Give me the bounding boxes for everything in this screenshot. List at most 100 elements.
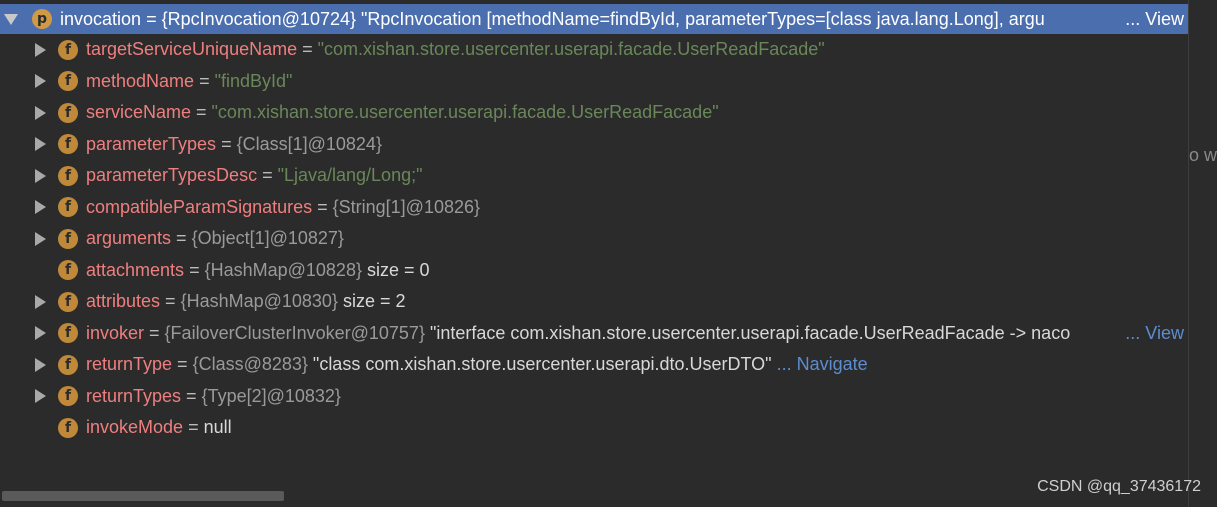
equals-sign: = (181, 385, 202, 406)
variable-row-returnType[interactable]: f returnType = {Class@8283} "class com.xi… (0, 349, 1188, 381)
expand-arrow-icon[interactable] (33, 349, 47, 381)
equals-sign: = (191, 102, 212, 122)
equals-sign: = (144, 322, 165, 343)
variable-content: invocation = {RpcInvocation@10724} "RpcI… (60, 4, 1125, 34)
view-link[interactable]: View (1145, 323, 1184, 343)
field-name: attachments (86, 259, 185, 280)
equals-sign: = (312, 196, 333, 217)
plain-value: "interface com.xishan.store.usercenter.u… (424, 322, 1071, 343)
equals-sign: = (172, 354, 193, 374)
field-badge-icon: f (58, 417, 78, 438)
variable-content: invoker = {FailoverClusterInvoker@10757}… (86, 318, 1188, 350)
equals-sign: = (194, 70, 215, 91)
variable-content: arguments = {Object[1]@10827} (86, 223, 1188, 255)
variable-content: invokeMode = null (86, 412, 1188, 444)
variable-row-methodName[interactable]: f methodName = "findById" (0, 66, 1188, 98)
expand-arrow-icon[interactable] (33, 192, 47, 224)
variable-content: returnTypes = {Type[2]@10832} (86, 381, 1188, 413)
field-badge-icon: f (58, 134, 78, 155)
string-value: "com.xishan.store.usercenter.userapi.fac… (317, 39, 825, 59)
plain-value: null (203, 417, 232, 437)
variable-content: attributes = {HashMap@10830} size = 2 (86, 286, 1188, 318)
variable-row-attachments[interactable]: f attachments = {HashMap@10828} size = 0 (0, 255, 1188, 287)
field-name: arguments (86, 228, 172, 248)
variable-row-parameterTypesDesc[interactable]: f parameterTypesDesc = "Ljava/lang/Long;" (0, 160, 1188, 192)
equals-sign: = (257, 165, 278, 185)
expand-arrow-icon[interactable] (33, 381, 47, 413)
field-name: parameterTypesDesc (86, 165, 258, 185)
expand-arrow-icon[interactable] (33, 318, 47, 350)
root-view-link-group: ... View (1123, 4, 1184, 34)
field-badge-icon: f (58, 39, 78, 60)
variable-row-returnTypes[interactable]: f returnTypes = {Type[2]@10832} (0, 381, 1188, 413)
variable-row-parameterTypes[interactable]: f parameterTypes = {Class[1]@10824} (0, 129, 1188, 161)
variable-content: methodName = "findById" (86, 66, 1188, 98)
expand-arrow-icon[interactable] (33, 160, 47, 192)
expand-arrow-icon[interactable] (33, 97, 47, 129)
string-value: "Ljava/lang/Long;" (277, 165, 423, 185)
parameter-badge-icon: p (32, 9, 52, 29)
navigate-link[interactable]: ... Navigate (772, 354, 868, 374)
field-name: returnTypes (86, 385, 182, 406)
object-reference: {RpcInvocation@10724} (161, 9, 356, 29)
plain-value: "class com.xishan.store.usercenter.usera… (307, 354, 772, 374)
string-value: "findById" (214, 70, 293, 91)
variable-content: attachments = {HashMap@10828} size = 0 (86, 255, 1188, 287)
expand-arrow-icon[interactable] (33, 286, 47, 318)
variable-content: parameterTypesDesc = "Ljava/lang/Long;" (86, 160, 1188, 192)
variable-row-arguments[interactable]: f arguments = {Object[1]@10827} (0, 223, 1188, 255)
variable-name: invocation (60, 9, 142, 29)
object-reference: {FailoverClusterInvoker@10757} (164, 322, 425, 343)
field-name: attributes (86, 291, 161, 311)
expand-arrow-icon[interactable] (33, 223, 47, 255)
expand-arrow-icon[interactable] (33, 34, 47, 66)
variable-row-invoker[interactable]: f invoker = {FailoverClusterInvoker@10757… (0, 317, 1188, 350)
view-link-group: ... View (1123, 317, 1184, 349)
expand-arrow-icon[interactable] (33, 66, 47, 98)
variable-content: compatibleParamSignatures = {String[1]@1… (86, 192, 1188, 224)
field-badge-icon: f (58, 102, 78, 123)
object-reference: {Class[1]@10824} (236, 133, 382, 154)
equals-sign: = (160, 291, 181, 311)
variable-content: returnType = {Class@8283} "class com.xis… (86, 349, 1188, 381)
equals-sign: = (171, 228, 192, 248)
collapse-arrow-icon[interactable] (4, 4, 18, 34)
field-name: targetServiceUniqueName (86, 39, 298, 59)
watermark: CSDN @qq_37436172 (1037, 478, 1201, 495)
equals-sign: = (183, 417, 204, 437)
field-name: methodName (86, 70, 195, 91)
variable-row-serviceName[interactable]: f serviceName = "com.xishan.store.usercen… (0, 97, 1188, 129)
field-name: parameterTypes (86, 133, 217, 154)
ellipsis: ... (1125, 9, 1141, 29)
equals-sign: = (216, 133, 237, 154)
equals-sign: = (184, 259, 205, 280)
plain-value: size = 2 (337, 291, 406, 311)
plain-value: size = 0 (361, 259, 430, 280)
field-badge-icon: f (58, 260, 78, 281)
field-badge-icon: f (58, 71, 78, 92)
object-reference: {Object[1]@10827} (191, 228, 344, 248)
object-reference: {Class@8283} (192, 354, 308, 374)
field-badge-icon: f (58, 165, 78, 186)
ellipsis: ... (1125, 322, 1141, 343)
variable-content: targetServiceUniqueName = "com.xishan.st… (86, 34, 1188, 66)
field-badge-icon: f (58, 197, 78, 218)
field-name: invoker (86, 322, 145, 343)
variable-value: "RpcInvocation [methodName=findById, par… (356, 9, 1045, 29)
field-badge-icon: f (58, 228, 78, 249)
field-rows: f targetServiceUniqueName = "com.xishan.s… (0, 34, 1188, 444)
field-badge-icon: f (58, 386, 78, 407)
expand-arrow-icon[interactable] (33, 129, 47, 161)
panel-divider (1188, 0, 1189, 507)
variable-row-targetServiceUniqueName[interactable]: f targetServiceUniqueName = "com.xishan.s… (0, 34, 1188, 66)
string-value: "com.xishan.store.usercenter.userapi.fac… (211, 102, 719, 122)
field-name: serviceName (86, 102, 192, 122)
field-badge-icon: f (58, 323, 78, 344)
variable-row-attributes[interactable]: f attributes = {HashMap@10830} size = 2 (0, 286, 1188, 318)
equals-sign: = (297, 39, 318, 59)
variable-row-invocation[interactable]: p invocation = {RpcInvocation@10724} "Rp… (0, 4, 1188, 34)
horizontal-scrollbar-thumb[interactable] (2, 491, 284, 501)
variable-row-compatibleParamSignatures[interactable]: f compatibleParamSignatures = {String[1]@… (0, 192, 1188, 224)
view-link[interactable]: View (1145, 9, 1184, 29)
variable-row-invokeMode[interactable]: f invokeMode = null (0, 412, 1188, 444)
